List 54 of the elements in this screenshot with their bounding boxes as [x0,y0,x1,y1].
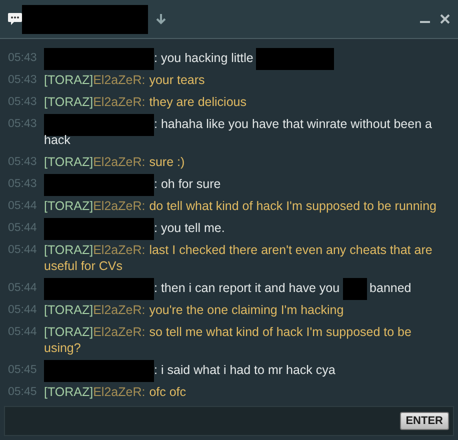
clan-tag: [TORAZ] [44,325,94,339]
message-text: using? [44,341,81,355]
clan-tag: [TORAZ] [44,243,94,257]
enter-button[interactable]: ENTER [400,412,449,430]
sender-name: El2aZeR: [93,385,146,399]
close-icon[interactable] [440,14,450,24]
message-text: : oh for sure [154,177,221,191]
message-text: you're the one claiming I'm hacking [149,303,344,317]
redaction-mark [342,278,367,300]
message-text: banned [370,281,412,295]
sender-name: El2aZeR: [93,325,146,339]
chat-icon [8,13,22,25]
message-text: do tell what kind of hack I'm supposed to be running [149,199,436,213]
message-text: sure :) [149,155,185,169]
message-input[interactable]: ENTER [4,406,454,436]
message-text: useful for CVs [44,259,123,273]
arrow-down-icon[interactable] [156,14,166,24]
message-text: : then i can report it and have you [154,281,340,295]
message-text: : hahaha like you have that winrate without been a [154,117,432,131]
message-time: 05:43 [8,155,38,170]
message-time: 05:44 [8,325,38,340]
message-text: your tears [149,73,205,87]
message-time: 05:44 [8,199,38,214]
message-time: 05:43 [8,95,38,110]
message-text: they are delicious [149,95,246,109]
message-text: : you hacking little [154,51,254,65]
sender-name: El2aZeR: [93,199,146,213]
message-text: : i said what i had to mr hack cya [154,363,336,377]
clan-tag: [TORAZ] [44,73,94,87]
sender-name: El2aZeR: [93,95,146,109]
message-time: 05:45 [8,363,38,378]
clan-tag: [TORAZ] [44,95,94,109]
message-time: 05:44 [8,221,38,236]
sender-name: El2aZeR: [93,243,146,257]
sender-name: El2aZeR: [93,73,146,87]
clan-tag: [TORAZ] [44,155,94,169]
message-time: 05:44 [8,243,38,258]
sender-name: El2aZeR: [93,303,146,317]
message-text: hack [44,133,70,147]
message-time: 05:44 [8,281,38,296]
message-time: 05:43 [8,117,38,132]
message-time: 05:45 [8,385,38,400]
clan-tag: [TORAZ] [44,385,94,399]
sender-name: El2aZeR: [93,155,146,169]
message-text: ofc ofc [149,385,186,399]
message-time: 05:43 [8,51,38,66]
clan-tag: [TORAZ] [44,199,94,213]
message-time: 05:43 [8,177,38,192]
message-text: last I checked there aren't even any cheats that are [149,243,432,257]
message-time: 05:44 [8,303,38,318]
clan-tag: [TORAZ] [44,303,94,317]
message-text: : you tell me. [154,221,225,235]
message-text: so tell me what kind of hack I'm supposed to be [149,325,412,339]
message-time: 05:43 [8,73,38,88]
